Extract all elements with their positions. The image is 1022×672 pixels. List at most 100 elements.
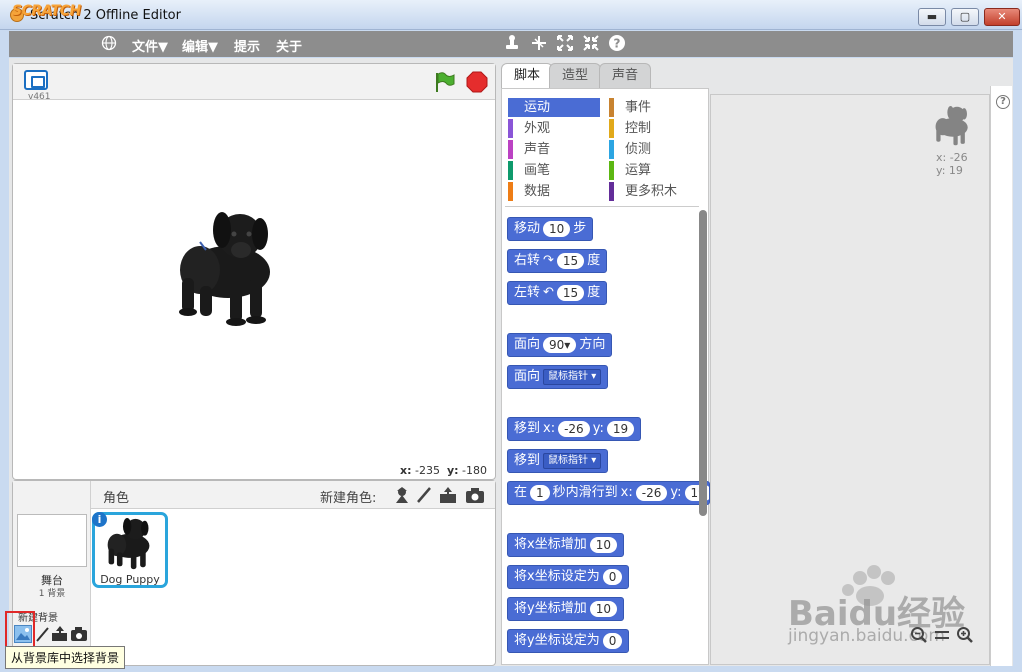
zoom-in-icon[interactable] <box>956 626 974 644</box>
palette-divider <box>505 206 699 207</box>
grow-icon[interactable] <box>556 34 574 52</box>
change-y-block[interactable]: 将y坐标增加 10 <box>507 597 624 621</box>
x-label: x: <box>543 421 556 436</box>
y-input[interactable]: 19 <box>606 421 635 437</box>
paint-sprite-icon[interactable] <box>415 486 433 504</box>
category-3[interactable]: 控制 <box>609 119 701 138</box>
stage-thumbnail[interactable] <box>17 514 87 567</box>
help-tool-icon[interactable]: ? <box>608 34 626 52</box>
seconds-input[interactable]: 1 <box>530 485 550 501</box>
category-8[interactable]: 数据 <box>508 182 600 201</box>
block-text: 右转 <box>514 253 541 268</box>
shrink-icon[interactable] <box>582 34 600 52</box>
x-input[interactable]: -26 <box>558 421 590 437</box>
category-1[interactable]: 事件 <box>609 98 701 117</box>
value-input[interactable]: 0 <box>602 633 623 649</box>
block-text: 度 <box>587 285 601 300</box>
point-direction-block[interactable]: 面向 90▾ 方向 <box>507 333 613 357</box>
maximize-button[interactable]: ▢ <box>951 8 979 26</box>
globe-icon[interactable] <box>100 35 118 53</box>
block-text: 将y坐标设定为 <box>514 633 600 648</box>
turn-right-block[interactable]: 右转 ↷ 15 度 <box>507 249 608 273</box>
svg-text:?: ? <box>614 37 621 51</box>
block-text: 秒内滑行到 <box>552 485 618 500</box>
value-input[interactable]: 10 <box>589 537 617 553</box>
category-7[interactable]: 运算 <box>609 161 701 180</box>
close-button[interactable]: ✕ <box>984 8 1020 26</box>
sprites-label: 角色 <box>103 491 130 506</box>
scratch-logo[interactable]: SCRATCH <box>8 3 85 23</box>
glide-block[interactable]: 在 1 秒内滑行到 x: -26 y: 19 <box>507 481 710 505</box>
category-5[interactable]: 侦测 <box>609 140 701 159</box>
sprite-thumbnail[interactable] <box>103 515 155 573</box>
category-4[interactable]: 声音 <box>508 140 600 159</box>
camera-sprite-icon[interactable] <box>465 486 484 504</box>
stop-icon[interactable] <box>466 71 488 93</box>
block-text: 面向 <box>514 369 541 384</box>
x-value: -235 <box>415 464 440 477</box>
sprite-header <box>91 481 495 509</box>
palette-scrollbar[interactable] <box>699 210 707 516</box>
tab-costumes[interactable]: 造型 <box>549 63 602 88</box>
point-towards-block[interactable]: 面向 鼠标指针 ▾ <box>507 365 609 389</box>
category-9[interactable]: 更多积木 <box>609 182 701 201</box>
degrees-input[interactable]: 15 <box>556 253 585 269</box>
block-text: 移到 <box>514 453 541 468</box>
backdrop-count: 1 背景 <box>38 589 66 599</box>
upload-backdrop-icon[interactable] <box>51 626 67 642</box>
sprite-x-readout: x: -26 <box>936 151 968 164</box>
block-text: 面向 <box>514 337 541 352</box>
new-sprite-label: 新建角色: <box>320 491 377 506</box>
target-dropdown[interactable]: 鼠标指针 ▾ <box>543 453 602 469</box>
set-y-block[interactable]: 将y坐标设定为 0 <box>507 629 630 653</box>
camera-backdrop-icon[interactable] <box>70 626 87 642</box>
set-x-block[interactable]: 将x坐标设定为 0 <box>507 565 630 589</box>
value-input[interactable]: 10 <box>589 601 617 617</box>
paint-backdrop-icon[interactable] <box>35 626 51 642</box>
block-text: 将y坐标增加 <box>514 601 587 616</box>
green-flag-icon[interactable] <box>434 71 456 93</box>
category-0[interactable]: 运动 <box>508 98 600 117</box>
stamp-icon[interactable] <box>503 34 521 52</box>
zoom-reset-icon[interactable] <box>933 626 951 644</box>
goto-xy-block[interactable]: 移到 x: -26 y: 19 <box>507 417 642 441</box>
info-icon[interactable]: i <box>92 512 107 527</box>
block-text: 在 <box>514 485 528 500</box>
menu-tips[interactable]: 提示 <box>234 36 260 55</box>
y-label: y: <box>670 485 682 500</box>
move-steps-block[interactable]: 移动 10 步 <box>507 217 594 241</box>
menu-about[interactable]: 关于 <box>276 36 302 55</box>
target-dropdown[interactable]: 鼠标指针 ▾ <box>543 369 602 385</box>
choose-sprite-library-icon[interactable] <box>393 486 411 504</box>
help-icon[interactable]: ? <box>996 95 1010 109</box>
block-text: 度 <box>587 253 601 268</box>
block-text: 步 <box>573 221 587 236</box>
y-label: y: <box>446 464 459 477</box>
menu-edit[interactable]: 编辑▼ <box>182 36 218 55</box>
dog-puppy-sprite[interactable] <box>170 208 282 328</box>
menu-file[interactable]: 文件▼ <box>132 36 168 55</box>
minimize-button[interactable]: ▬ <box>918 8 946 26</box>
turn-left-block[interactable]: 左转 ↶ 15 度 <box>507 281 608 305</box>
degrees-input[interactable]: 15 <box>556 285 585 301</box>
sprite-y-readout: y: 19 <box>936 164 963 177</box>
cut-icon[interactable] <box>530 34 548 52</box>
block-text: 左转 <box>514 285 541 300</box>
stage-header <box>13 64 495 100</box>
rotate-right-icon: ↷ <box>543 253 554 268</box>
current-sprite-thumbnail <box>932 104 972 148</box>
zoom-out-icon[interactable] <box>910 626 928 644</box>
value-input[interactable]: 0 <box>602 569 623 585</box>
upload-sprite-icon[interactable] <box>438 486 456 504</box>
help-sidebar <box>990 86 1012 666</box>
tab-sounds[interactable]: 声音 <box>599 63 652 88</box>
category-2[interactable]: 外观 <box>508 119 600 138</box>
presentation-mode-button[interactable] <box>24 70 48 90</box>
category-6[interactable]: 画笔 <box>508 161 600 180</box>
steps-input[interactable]: 10 <box>543 221 571 237</box>
tab-scripts[interactable]: 脚本 <box>501 63 554 88</box>
x-input[interactable]: -26 <box>635 485 668 501</box>
direction-input[interactable]: 90▾ <box>543 337 577 353</box>
change-x-block[interactable]: 将x坐标增加 10 <box>507 533 624 557</box>
goto-block[interactable]: 移到 鼠标指针 ▾ <box>507 449 609 473</box>
